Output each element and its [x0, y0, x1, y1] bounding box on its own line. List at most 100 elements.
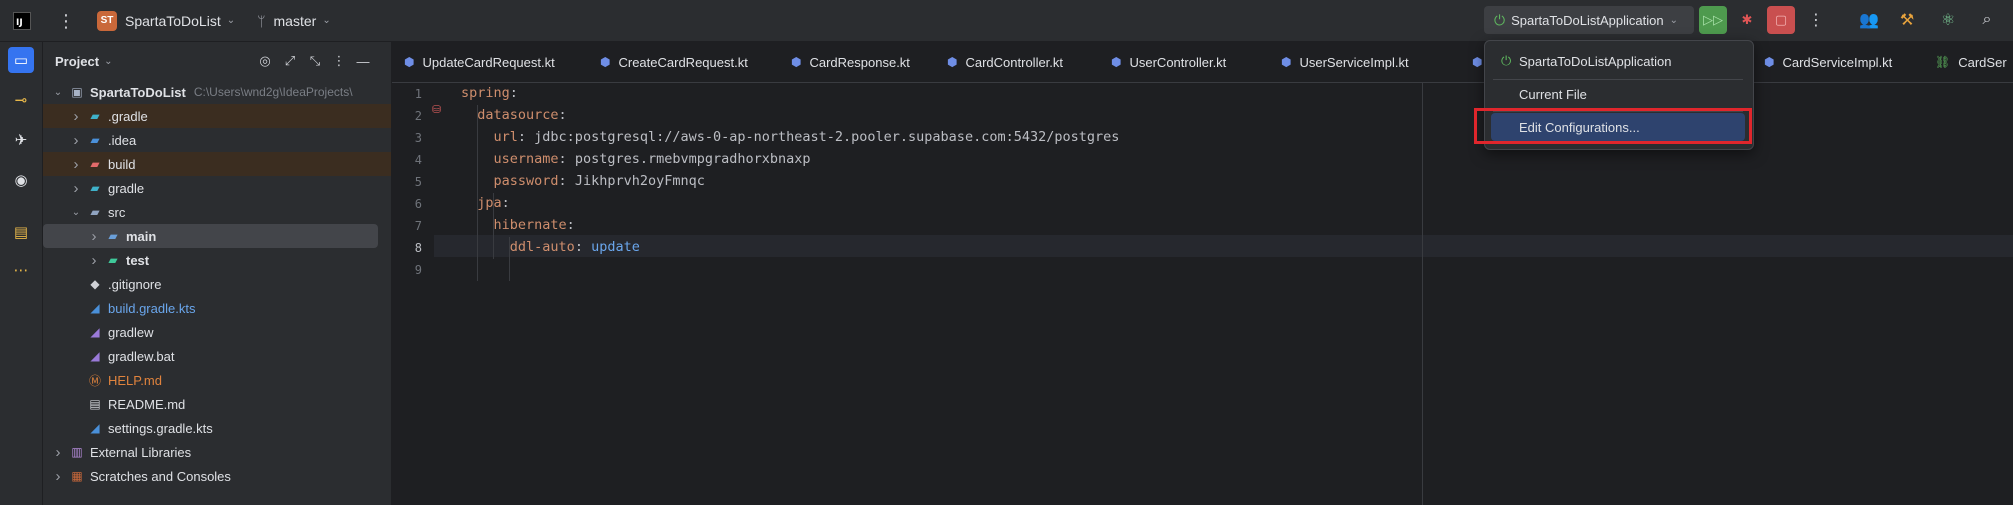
chevron-right-icon[interactable]: ›: [51, 468, 65, 485]
line-number: 3: [414, 131, 422, 145]
editor-tab[interactable]: ⬢ CardServiceImpl.kt: [1764, 42, 1892, 82]
dropdown-item-current-file[interactable]: Current File: [1491, 80, 1745, 108]
project-tool-icon[interactable]: ▭: [8, 47, 34, 73]
expand-all-icon[interactable]: ⤢: [280, 51, 300, 71]
folder-test-icon: ▰: [108, 253, 118, 267]
main-menu-icon[interactable]: ⋮: [57, 12, 75, 30]
tree-item-label: README.md: [108, 396, 186, 412]
code-line[interactable]: hibernate:: [461, 217, 575, 233]
chevron-right-icon[interactable]: ›: [51, 444, 65, 461]
tree-item[interactable]: ◢ gradlew: [43, 320, 391, 344]
chevron-right-icon[interactable]: ›: [69, 156, 83, 173]
project-name[interactable]: SpartaToDoList: [125, 13, 221, 29]
hide-icon[interactable]: —: [353, 51, 373, 71]
debug-icon[interactable]: ✱: [1733, 6, 1761, 34]
editor-tab-label: CreateCardRequest.kt: [618, 54, 748, 70]
tree-item[interactable]: ◆ .gitignore: [43, 272, 391, 296]
chevron-down-icon[interactable]: ⌄: [51, 87, 65, 98]
tree-item[interactable]: › ▥ External Libraries: [43, 440, 391, 464]
project-badge[interactable]: ST: [97, 10, 117, 31]
tree-item[interactable]: › ▦ Scratches and Consoles: [43, 464, 391, 488]
project-panel: Project ⌄ ◎ ⤢ ⤡ ⋮ — ⌄ ▣ SpartaToDoList C:\U…: [43, 42, 392, 505]
md-orange-icon: Ⓜ: [88, 373, 101, 388]
github-icon[interactable]: ◉: [8, 167, 34, 193]
chevron-down-icon[interactable]: ⌄: [322, 15, 330, 26]
indent-guide: [509, 237, 510, 281]
chevron-down-icon[interactable]: ⌄: [227, 15, 235, 26]
chevron-down-icon[interactable]: ⌄: [104, 56, 112, 67]
editor-tab[interactable]: ⬢ CardController.kt: [947, 42, 1063, 82]
build-icon[interactable]: ⚒: [1896, 9, 1918, 31]
branch-name[interactable]: master: [274, 13, 317, 29]
tree-item-label: src: [108, 204, 126, 220]
chevron-right-icon[interactable]: ›: [69, 180, 83, 197]
commit-icon[interactable]: ⊸: [8, 87, 34, 113]
code-line[interactable]: username: postgres.rmebvmpgradhorxbnaxp: [461, 151, 811, 167]
chevron-right-icon[interactable]: ›: [69, 132, 83, 149]
tree-item[interactable]: › ▰ .gradle: [43, 104, 391, 128]
tree-item[interactable]: › ▰ build: [43, 152, 391, 176]
tree-item[interactable]: ⌄ ▰ src: [43, 200, 391, 224]
run-icon[interactable]: ▷▷: [1699, 6, 1727, 34]
library-icon: ▥: [71, 445, 83, 459]
search-icon[interactable]: ⌕: [1976, 9, 1998, 31]
editor-tab[interactable]: ⛓ CardSer: [1935, 42, 2007, 82]
kotlin-file-icon: ⬢: [1764, 55, 1775, 69]
tree-item-label: main: [126, 228, 157, 244]
stop-icon[interactable]: ▢: [1767, 6, 1795, 34]
md-icon: ▤: [89, 397, 101, 411]
chevron-down-icon[interactable]: ⌄: [69, 207, 83, 218]
more-tools-icon[interactable]: ⋯: [8, 257, 34, 283]
tree-item[interactable]: ▤ README.md: [43, 392, 391, 416]
chevron-right-icon[interactable]: ›: [87, 228, 101, 245]
code-line[interactable]: password: Jikhprvh2oyFmnqc: [461, 173, 705, 189]
editor-tab[interactable]: ⬢ UserController.kt: [1111, 42, 1226, 82]
editor-tabs: ⬢ UpdateCardRequest.kt ⬢ CreateCardRequest.…: [392, 42, 2013, 83]
editor-tab[interactable]: ⬢ UserServiceImpl.kt: [1281, 42, 1409, 82]
tree-item[interactable]: › ▰ .idea: [43, 128, 391, 152]
run-config-selector[interactable]: ⏻ SpartaToDoListApplication ⌄: [1484, 6, 1694, 34]
branch-icon[interactable]: ᛘ: [257, 13, 265, 29]
code-line[interactable]: url: jdbc:postgresql://aws-0-ap-northeas…: [461, 129, 1120, 145]
code-line[interactable]: spring:: [461, 85, 518, 101]
app-logo[interactable]: IJ: [13, 11, 31, 30]
tree-item[interactable]: › ▰ test: [43, 248, 391, 272]
tree-item-label: .gradle: [108, 108, 148, 124]
dropdown-item-application[interactable]: ⏻ SpartaToDoListApplication: [1491, 47, 1745, 75]
indent-guide: [477, 105, 478, 281]
tree-item[interactable]: ⌄ ▣ SpartaToDoList C:\Users\wnd2g\IdeaProje…: [43, 80, 391, 104]
editor-tab-label: CardServiceImpl.kt: [1782, 54, 1893, 70]
code-editor[interactable]: ⛁ 1 spring: 2 datasource: 3 url: jdbc:postg…: [392, 83, 2013, 505]
project-panel-title[interactable]: Project: [55, 54, 99, 69]
tree-item-label: gradlew.bat: [108, 348, 175, 364]
tree-item-label: test: [126, 252, 150, 268]
tree-item-label: SpartaToDoList: [90, 84, 186, 100]
tree-item[interactable]: ◢ build.gradle.kts: [43, 296, 391, 320]
pull-requests-icon[interactable]: ✈: [8, 127, 34, 153]
tree-item[interactable]: › ▰ gradle: [43, 176, 391, 200]
line-number: 2: [414, 109, 422, 123]
editor-tab[interactable]: ⬢ CardResponse.kt: [791, 42, 910, 82]
folder-red-icon: ▰: [90, 157, 100, 171]
collapse-all-icon[interactable]: ⤡: [305, 51, 325, 71]
options-icon[interactable]: ⋮: [329, 51, 349, 71]
services-icon[interactable]: ▤: [8, 219, 34, 245]
tree-item[interactable]: Ⓜ HELP.md: [43, 368, 391, 392]
chevron-right-icon[interactable]: ›: [69, 108, 83, 125]
code-line[interactable]: jpa:: [461, 195, 510, 211]
more-icon[interactable]: ⋮: [1805, 9, 1827, 31]
editor-tab-label: CardResponse.kt: [809, 54, 910, 70]
ai-assistant-icon[interactable]: ⚛: [1937, 9, 1959, 31]
kotlin-file-icon: ⬢: [947, 55, 958, 69]
people-icon[interactable]: 👥: [1858, 9, 1880, 31]
tree-item[interactable]: ◢ settings.gradle.kts: [43, 416, 391, 440]
tree-item-label: .idea: [108, 132, 137, 148]
chevron-right-icon[interactable]: ›: [87, 252, 101, 269]
editor-tab[interactable]: ⬢ UpdateCardRequest.kt: [404, 42, 555, 82]
tree-item[interactable]: ◢ gradlew.bat: [43, 344, 391, 368]
locate-icon[interactable]: ◎: [255, 51, 275, 71]
database-icon[interactable]: ⛁: [432, 103, 441, 116]
code-line[interactable]: ddl-auto: update: [461, 239, 640, 255]
editor-tab[interactable]: ⬢ CreateCardRequest.kt: [600, 42, 748, 82]
tree-item[interactable]: › ▰ main: [43, 224, 378, 248]
